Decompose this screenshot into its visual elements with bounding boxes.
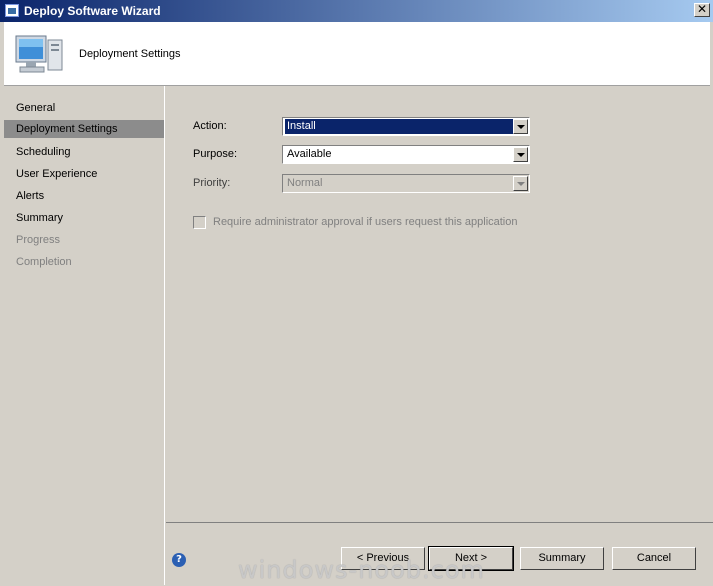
- close-button[interactable]: ✕: [694, 3, 710, 17]
- help-icon[interactable]: ?: [172, 553, 186, 567]
- priority-dropdown: Normal: [282, 174, 530, 193]
- priority-value: Normal: [287, 177, 323, 189]
- chevron-down-icon[interactable]: [513, 119, 528, 134]
- wizard-nav: General Deployment Settings Scheduling U…: [4, 86, 165, 585]
- action-dropdown[interactable]: Install: [282, 117, 530, 136]
- cancel-button[interactable]: Cancel: [612, 547, 696, 570]
- title-bar: Deploy Software Wizard ✕: [0, 0, 713, 22]
- page-title: Deployment Settings: [79, 48, 181, 60]
- window-title: Deploy Software Wizard: [24, 4, 161, 18]
- nav-item-user-experience[interactable]: User Experience: [4, 165, 164, 183]
- purpose-dropdown[interactable]: Available: [282, 145, 530, 164]
- nav-item-summary[interactable]: Summary: [4, 209, 164, 227]
- nav-item-completion: Completion: [16, 256, 72, 268]
- wizard-window: Deploy Software Wizard ✕ Deployment Sett…: [0, 0, 713, 586]
- priority-label: Priority:: [193, 177, 231, 189]
- action-label: Action:: [193, 120, 227, 132]
- action-value: Install: [285, 119, 513, 134]
- approval-label: Require administrator approval if users …: [213, 216, 518, 228]
- nav-item-general[interactable]: General: [4, 99, 164, 117]
- chevron-down-icon: [513, 176, 528, 191]
- chevron-down-icon[interactable]: [513, 147, 528, 162]
- purpose-value: Available: [287, 148, 332, 160]
- summary-button[interactable]: Summary: [520, 547, 604, 570]
- nav-item-alerts[interactable]: Alerts: [4, 187, 164, 205]
- watermark: windows-noob.com: [238, 556, 485, 584]
- wizard-header: Deployment Settings: [4, 22, 710, 86]
- nav-item-progress: Progress: [16, 234, 61, 246]
- wizard-icon: [5, 4, 19, 17]
- nav-item-deployment-settings[interactable]: Deployment Settings: [4, 120, 164, 138]
- nav-item-scheduling[interactable]: Scheduling: [4, 143, 164, 161]
- approval-checkbox: [193, 216, 206, 229]
- computer-icon: [15, 35, 63, 73]
- purpose-label: Purpose:: [193, 148, 238, 160]
- settings-panel: Action: Install Purpose: Available Prior…: [166, 86, 713, 521]
